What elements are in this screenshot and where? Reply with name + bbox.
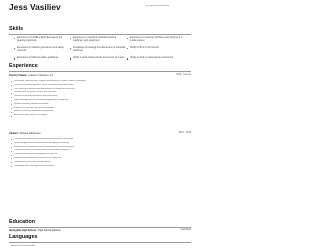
skill-item: Experience in operating industrial clean… [70,37,127,43]
job-bullets: Use proper cleaning tools, supplies and … [11,80,189,118]
skill-item: Ability to lift up to 50 pounds [127,47,184,53]
candidate-email[interactable]: jessvasiliev@email.com [146,5,169,7]
job-bullet: Assist with other duties as assigned [11,114,189,118]
education-date: Graduated [180,229,191,231]
education-heading: Education [9,219,36,225]
job-bullet: Completed other cleaning tasks as assign… [11,165,189,169]
education-entry: Springdale High School • High School Dip… [9,229,191,232]
skill-item: Experience in following procedures and s… [14,47,70,53]
skill-item: Experience in following safety guideline… [14,57,70,60]
languages-divider [9,242,191,243]
education-divider [9,227,191,228]
skills-divider [9,34,191,35]
experience-heading: Experience [9,63,38,69]
skill-item: Experience in cleaning machinery and equ… [127,37,184,43]
resume-page: Jess Vasiliev jessvasiliev@email.com Ski… [0,0,200,252]
job-bullets: Cleaned and sanitized the manufacturing … [11,138,189,168]
job-company: Rahusa Mattresses [19,132,41,135]
skill-item: Experience in handling liquid detergents… [14,37,70,43]
job-header: Cleaner • Rahusa Mattresses 2016 - 2018 [9,132,191,135]
skill-item: Ability to work independently and as par… [70,57,127,60]
job-header: Factory Cleaner • Cleaner Industries, In… [9,74,191,77]
candidate-name: Jess Vasiliev [9,2,61,12]
school-name: Springdale High School [9,229,36,232]
job-title: Cleaner [9,132,18,135]
degree: High School Diploma [38,229,61,232]
job-title: Factory Cleaner [9,74,28,77]
languages-heading: Languages [9,234,38,240]
job-company: Cleaner Industries, Inc [29,74,54,77]
job-date: 2018 - Current [176,74,191,76]
skills-list: Experience in handling liquid detergents… [14,37,184,60]
skill-item: Ability to work in a fast-paced environm… [127,57,184,60]
language-item: English (Conversational) [11,245,35,247]
experience-divider [9,71,191,72]
skills-heading: Skills [9,26,24,32]
skill-item: Knowledge of cleaning and disinfecting o… [70,47,127,53]
job-date: 2016 - 2018 [178,132,191,134]
